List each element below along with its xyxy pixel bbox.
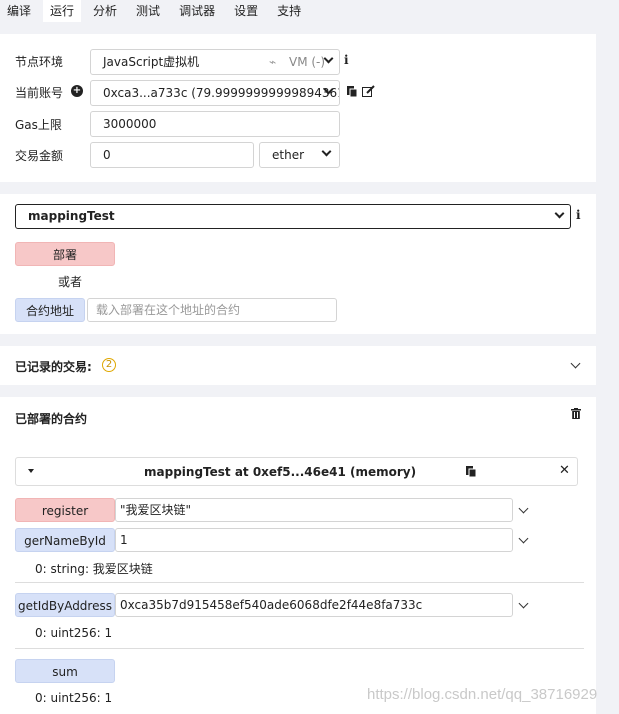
caret-down-icon[interactable] <box>28 469 34 473</box>
at-address-button[interactable]: 合约地址 <box>15 298 85 322</box>
register-value: "我爱区块链" <box>120 503 192 517</box>
amount-input[interactable]: 0 <box>90 142 254 168</box>
chevron-down-icon[interactable] <box>570 358 581 369</box>
gerNameById-output: 0: string: 我爱区块链 <box>35 562 153 576</box>
deploy-panel: mappingTest i 部署 或者 合约地址 载入部署在这个地址的合约 <box>0 194 596 334</box>
settings-panel: 节点环境 JavaScript虚拟机 ⌁ VM (-) i 当前账号 + 0xc… <box>0 34 596 182</box>
tab-bar: 编译 运行 分析 测试 调试器 设置 支持 <box>0 0 619 22</box>
info-icon[interactable]: i <box>344 53 349 67</box>
getIdByAddress-input[interactable]: 0xca35b7d915458ef540ade6068dfe2f44e8fa73… <box>115 593 513 617</box>
plug-icon: ⌁ <box>269 55 277 69</box>
gerNameById-input[interactable]: 1 <box>115 528 513 552</box>
at-address-placeholder: 载入部署在这个地址的合约 <box>96 303 241 317</box>
getIdByAddress-output: 0: uint256: 1 <box>35 626 113 640</box>
tab-run[interactable]: 运行 <box>43 0 82 22</box>
plus-circle-icon[interactable]: + <box>71 85 83 97</box>
vm-label: VM (-) <box>289 55 326 69</box>
gerNameById-button[interactable]: gerNameById <box>15 528 115 552</box>
contract-value: mappingTest <box>28 209 115 223</box>
recorded-panel[interactable]: 已记录的交易: 2 <box>0 346 596 385</box>
tab-support[interactable]: 支持 <box>270 0 308 22</box>
amount-value: 0 <box>103 148 111 162</box>
copy-icon[interactable] <box>465 465 477 478</box>
divider <box>15 648 584 649</box>
tab-test[interactable]: 测试 <box>129 0 167 22</box>
register-button[interactable]: register <box>15 498 115 522</box>
contract-select[interactable]: mappingTest <box>15 204 571 229</box>
tab-compile[interactable]: 编译 <box>0 0 38 22</box>
tab-analysis[interactable]: 分析 <box>86 0 124 22</box>
at-address-input[interactable]: 载入部署在这个地址的合约 <box>87 298 337 322</box>
gerNameById-value: 1 <box>120 533 128 547</box>
deployed-label: 已部署的合约 <box>15 412 88 426</box>
gas-input[interactable]: 3000000 <box>90 111 340 137</box>
divider <box>15 582 584 583</box>
sum-output: 0: uint256: 1 <box>35 691 113 705</box>
account-label: 当前账号 <box>15 86 64 100</box>
recorded-label: 已记录的交易: <box>15 360 92 374</box>
getIdByAddress-value: 0xca35b7d915458ef540ade6068dfe2f44e8fa73… <box>120 598 423 612</box>
env-label: 节点环境 <box>15 55 64 69</box>
unit-value: ether <box>272 148 305 162</box>
watermark: https://blog.csdn.net/qq_38716929 <box>367 686 598 703</box>
tab-settings[interactable]: 设置 <box>227 0 265 22</box>
chevron-down-icon <box>554 208 565 219</box>
register-input[interactable]: "我爱区块链" <box>115 498 513 522</box>
trash-icon[interactable] <box>571 408 581 419</box>
deployed-panel: 已部署的合约 mappingTest at 0xef5...46e41 (mem… <box>0 397 596 714</box>
or-label: 或者 <box>58 275 83 289</box>
instance-header[interactable]: mappingTest at 0xef5...46e41 (memory) ✕ <box>15 457 578 486</box>
env-select[interactable]: JavaScript虚拟机 ⌁ VM (-) <box>90 49 340 75</box>
account-value: 0xca3...a733c (79.99999999999894361 <box>103 86 340 100</box>
gas-value: 3000000 <box>103 117 157 131</box>
unit-select[interactable]: ether <box>259 142 340 168</box>
chevron-down-icon[interactable] <box>518 503 529 514</box>
info-icon[interactable]: i <box>576 208 581 222</box>
instance-title: mappingTest at 0xef5...46e41 (memory) <box>144 465 417 479</box>
sum-button[interactable]: sum <box>15 659 115 683</box>
chevron-down-icon[interactable] <box>518 533 529 544</box>
account-select[interactable]: 0xca3...a733c (79.99999999999894361 <box>90 80 340 106</box>
copy-icon[interactable] <box>346 85 358 98</box>
chevron-down-icon[interactable] <box>518 598 529 609</box>
deploy-button[interactable]: 部署 <box>15 242 115 266</box>
edit-icon[interactable] <box>362 85 375 97</box>
env-value: JavaScript虚拟机 <box>103 55 200 69</box>
recorded-count-badge: 2 <box>102 358 116 372</box>
close-icon[interactable]: ✕ <box>559 463 570 478</box>
gas-label: Gas上限 <box>15 118 62 132</box>
getIdByAddress-button[interactable]: getIdByAddress <box>15 593 115 617</box>
tab-debugger[interactable]: 调试器 <box>172 0 222 22</box>
chevron-down-icon <box>321 146 332 157</box>
amount-label: 交易金额 <box>15 149 64 163</box>
